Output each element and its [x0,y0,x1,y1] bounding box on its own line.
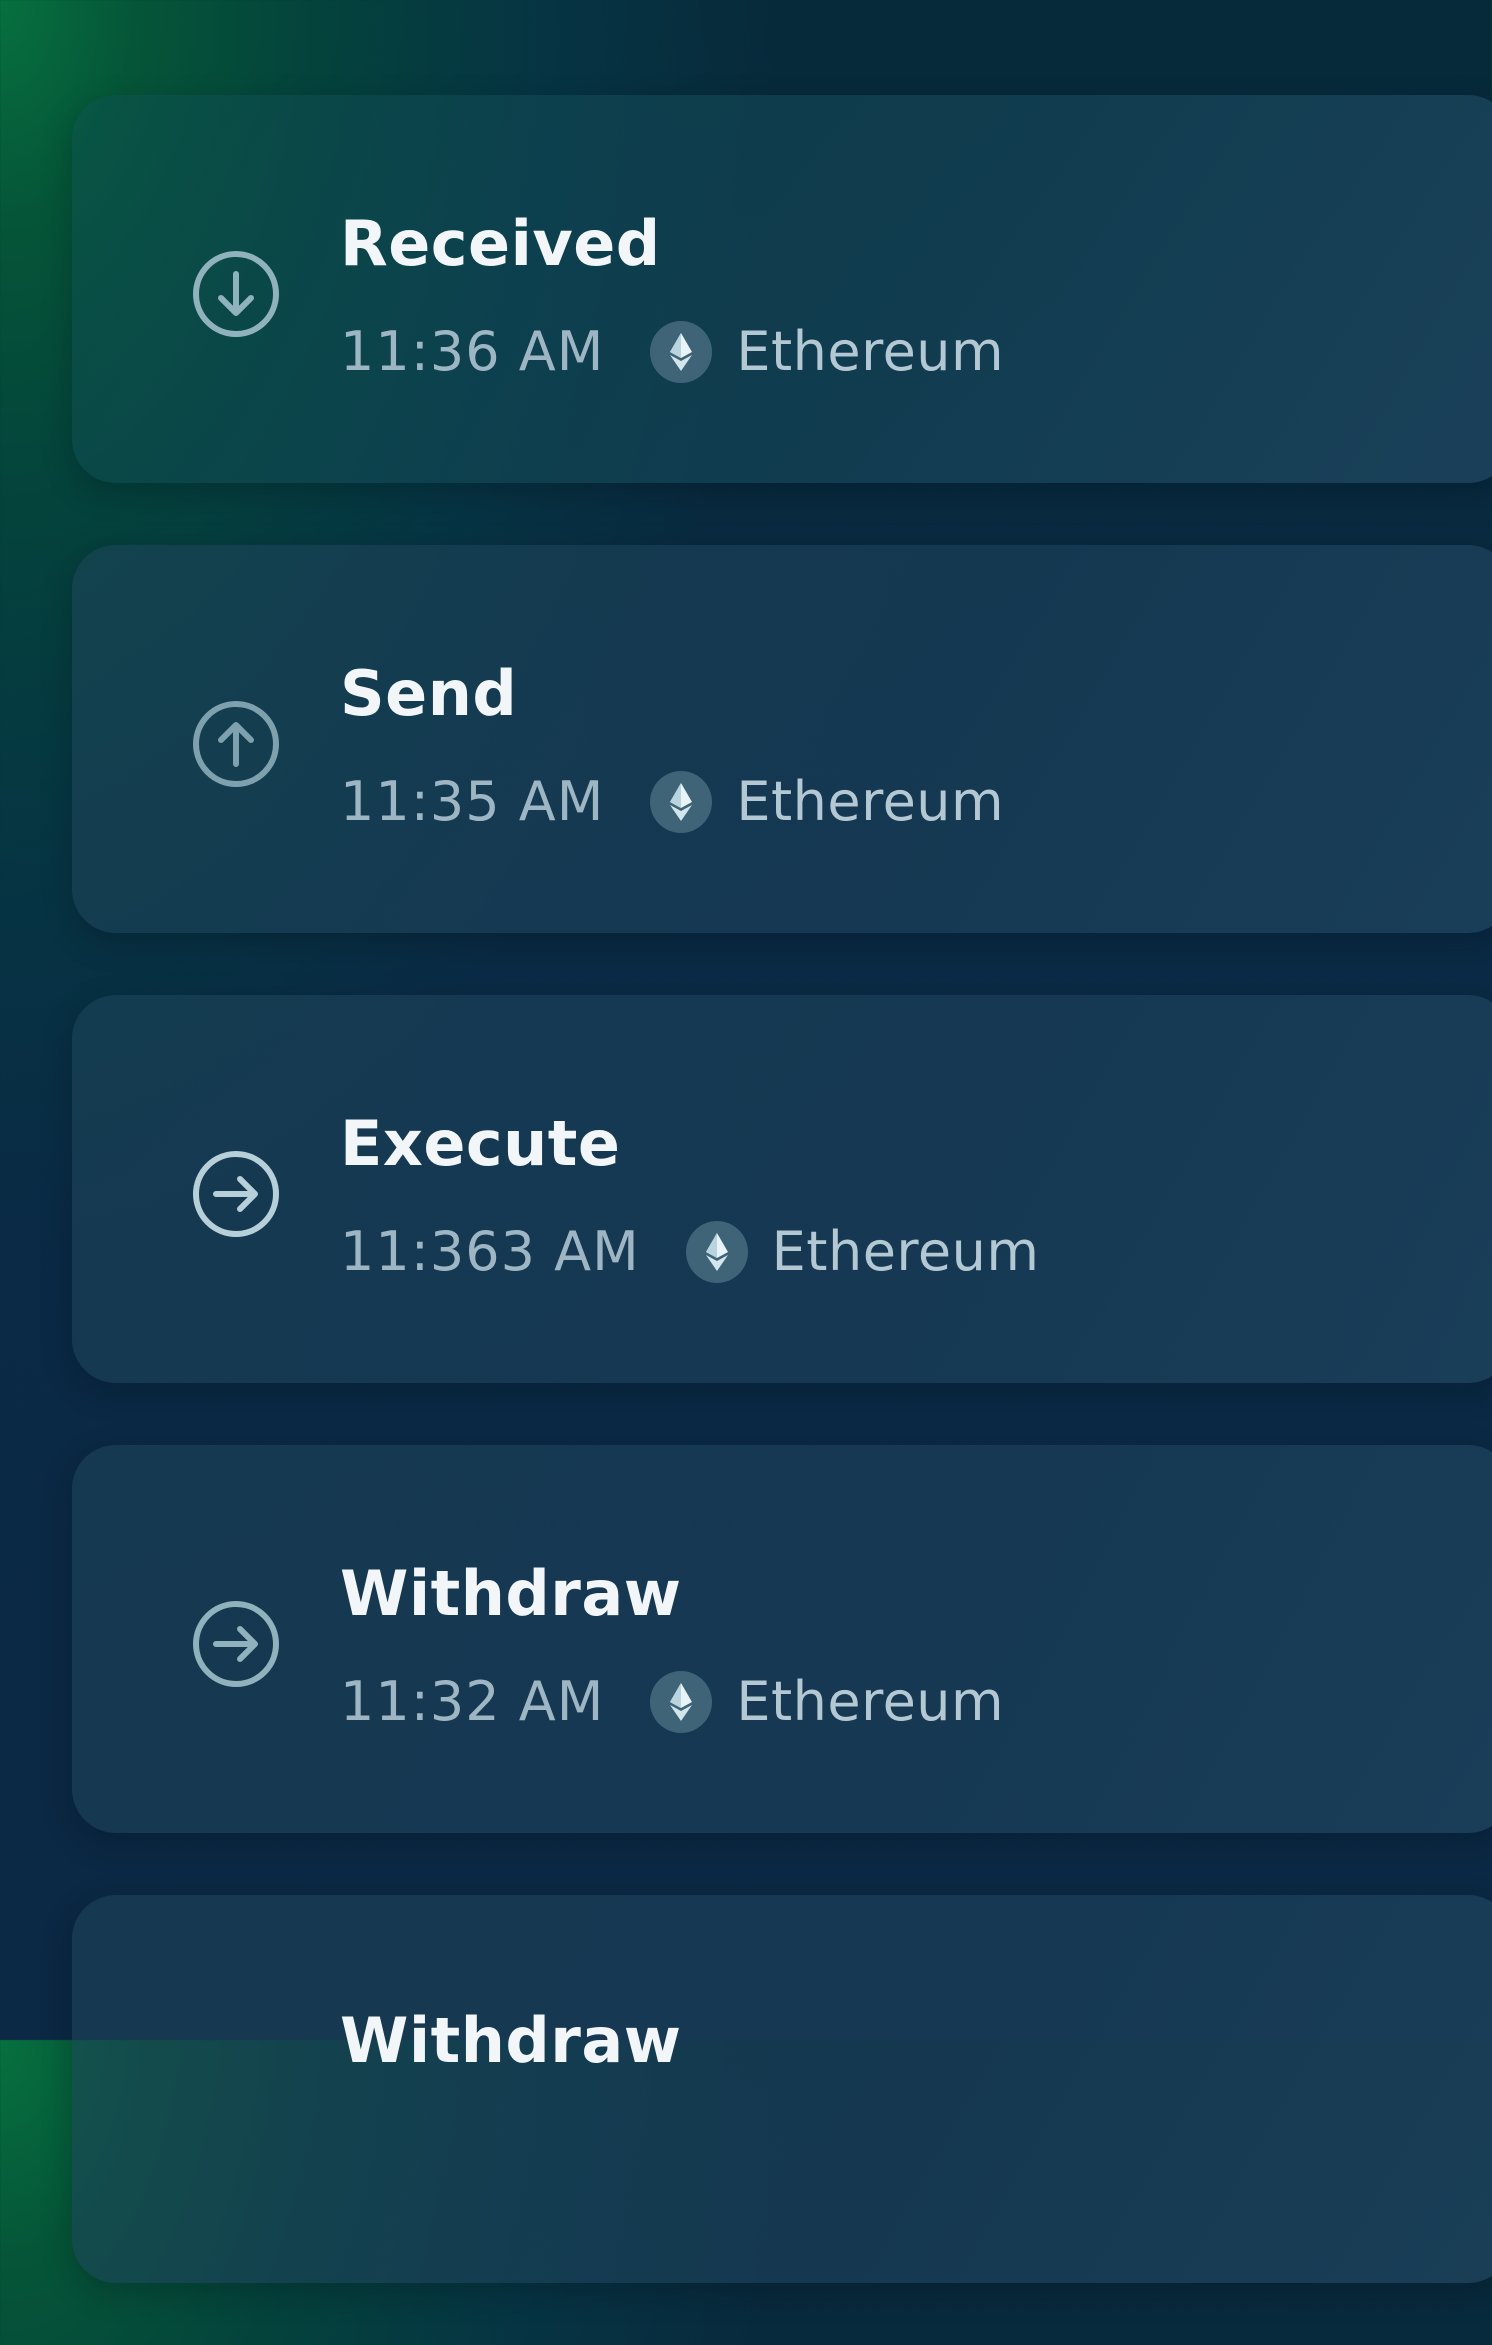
transaction-item-execute[interactable]: Execute 11:363 AM Ethereum [72,995,1492,1383]
transaction-title: Execute [340,1107,621,1180]
transaction-history-screen: { "transactions": [ {"title": "Received"… [0,0,1492,2283]
transaction-meta: 11:35 AM Ethereum [340,769,1004,835]
arrow-down-circle-icon [190,248,282,340]
transaction-title: Send [340,657,518,730]
transaction-time: 11:363 AM [340,1220,640,1283]
ethereum-icon [650,321,713,383]
chain-name: Ethereum [771,1220,1040,1283]
transaction-item-withdraw[interactable]: Withdraw 11:32 AM Ethereum [72,1445,1492,1833]
transaction-list: Received 11:36 AM Ethereum Send 11:35 AM [72,95,1492,2345]
ethereum-icon [685,1221,748,1283]
transaction-meta: 11:32 AM Ethereum [340,1669,1004,1735]
arrow-right-circle-icon [190,1598,282,1690]
arrow-right-circle-icon [190,1148,282,1240]
chain-name: Ethereum [736,770,1005,833]
transaction-item-received[interactable]: Received 11:36 AM Ethereum [72,95,1492,483]
transaction-meta: 11:363 AM Ethereum [340,1219,1039,1285]
transaction-item-send[interactable]: Send 11:35 AM Ethereum [72,545,1492,933]
transaction-time: 11:32 AM [340,1670,605,1733]
chain-name: Ethereum [736,320,1005,383]
ethereum-icon [650,1671,713,1733]
arrow-up-circle-icon [190,698,282,790]
transaction-title: Withdraw [340,2004,682,2077]
transaction-meta: 11:36 AM Ethereum [340,319,1004,385]
ethereum-icon [650,771,713,833]
transaction-item-withdraw-partial[interactable]: Withdraw [72,1895,1492,2283]
transaction-time: 11:36 AM [340,320,605,383]
chain-name: Ethereum [736,1670,1005,1733]
transaction-time: 11:35 AM [340,770,605,833]
transaction-title: Received [340,207,661,280]
transaction-title: Withdraw [340,1557,682,1630]
